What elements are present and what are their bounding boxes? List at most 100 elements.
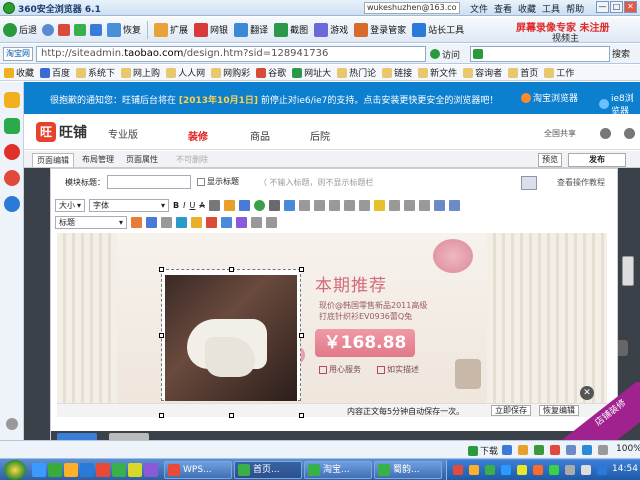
- bold-icon[interactable]: B: [173, 201, 179, 210]
- weibo-icon[interactable]: [4, 144, 20, 160]
- ie8-browser-link[interactable]: ie8浏览器: [599, 91, 640, 117]
- menu-favorites[interactable]: 收藏: [518, 2, 536, 15]
- unlink-icon[interactable]: [268, 199, 280, 211]
- maximize-button[interactable]: □: [610, 1, 623, 13]
- insert-table-icon[interactable]: [176, 216, 187, 228]
- source-icon[interactable]: [266, 216, 277, 228]
- ie-mode-icon[interactable]: [582, 445, 592, 455]
- outdent-icon[interactable]: [343, 199, 355, 211]
- fav-item[interactable]: 容询者: [463, 66, 502, 79]
- user-icon[interactable]: [624, 128, 635, 139]
- tray-app-icon[interactable]: [597, 465, 607, 475]
- menu-tools[interactable]: 工具: [542, 2, 560, 15]
- tray-app-icon[interactable]: [469, 465, 479, 475]
- menu-help[interactable]: 帮助: [566, 2, 584, 15]
- image-icon[interactable]: [283, 199, 295, 211]
- tab-page-edit[interactable]: 页面编辑: [32, 153, 74, 167]
- ordered-list-icon[interactable]: [313, 199, 325, 211]
- align-right-icon[interactable]: [418, 199, 430, 211]
- publish-button[interactable]: 发布: [568, 153, 626, 167]
- folder-icon[interactable]: [191, 216, 202, 228]
- account-field[interactable]: wukeshuzhen@163.co: [364, 2, 460, 14]
- taobao-browser-link[interactable]: 淘宝浏览器: [521, 91, 578, 104]
- indent-icon[interactable]: [328, 199, 340, 211]
- video-icon[interactable]: [221, 216, 232, 228]
- start-button[interactable]: [4, 460, 26, 480]
- tab-page-props[interactable]: 页面属性: [122, 153, 162, 167]
- quicklaunch-app-icon[interactable]: [112, 463, 126, 477]
- fav-item[interactable]: 收藏: [4, 66, 34, 79]
- quote-icon[interactable]: [358, 199, 370, 211]
- fav-item[interactable]: 网上购: [121, 66, 160, 79]
- resize-handle[interactable]: [299, 333, 304, 338]
- font-select[interactable]: 字体 ▾: [89, 198, 169, 212]
- tray-app-icon[interactable]: [453, 465, 463, 475]
- chat-icon[interactable]: [4, 118, 20, 134]
- close-button[interactable]: ✕: [624, 1, 637, 13]
- quicklaunch-folder-icon[interactable]: [64, 463, 78, 477]
- fav-item[interactable]: 人人网: [166, 66, 205, 79]
- home-icon[interactable]: [90, 23, 103, 36]
- tray-app-icon[interactable]: [501, 465, 511, 475]
- align-center-icon[interactable]: [403, 199, 415, 211]
- forward-arrow-icon[interactable]: [42, 23, 55, 36]
- sound-icon[interactable]: [598, 445, 608, 455]
- settings-gear-icon[interactable]: [6, 418, 18, 430]
- tray-app-icon[interactable]: [485, 465, 495, 475]
- resize-handle[interactable]: [229, 267, 234, 272]
- fav-item[interactable]: 工作: [544, 66, 574, 79]
- translate-button[interactable]: 翻译: [231, 19, 271, 41]
- screenshot-button[interactable]: 截图: [271, 19, 311, 41]
- speed-icon[interactable]: [502, 445, 512, 455]
- fav-item[interactable]: 链接: [382, 66, 412, 79]
- flash-icon[interactable]: [206, 216, 217, 228]
- tray-shield-icon[interactable]: [549, 465, 559, 475]
- extend-button[interactable]: 扩展: [151, 19, 191, 41]
- favorite-star-icon[interactable]: [4, 92, 20, 108]
- fav-item[interactable]: 网址大: [292, 66, 331, 79]
- badge-close-icon[interactable]: ✕: [580, 386, 594, 400]
- quicklaunch-app-icon[interactable]: [80, 463, 94, 477]
- url-input[interactable]: http://siteadmin.taobao.com/design.htm?s…: [36, 46, 426, 62]
- fav-item[interactable]: 热门论: [337, 66, 376, 79]
- table-icon[interactable]: [208, 199, 220, 211]
- code-view-button[interactable]: [521, 176, 537, 190]
- save-now-button[interactable]: 立即保存: [491, 405, 531, 416]
- tray-app-icon[interactable]: [517, 465, 527, 475]
- resize-handle[interactable]: [159, 333, 164, 338]
- list-icon[interactable]: [298, 199, 310, 211]
- menu-file[interactable]: 文件: [470, 2, 488, 15]
- resize-handle[interactable]: [299, 413, 304, 418]
- refresh-icon[interactable]: [74, 23, 87, 36]
- user-icon[interactable]: [4, 196, 20, 212]
- cloud-icon[interactable]: [566, 445, 576, 455]
- task-homepage[interactable]: 首页...: [234, 461, 302, 479]
- search-input[interactable]: [470, 46, 610, 62]
- nav-goods[interactable]: 商品: [250, 128, 270, 143]
- minimize-button[interactable]: —: [596, 1, 609, 13]
- alert-icon[interactable]: [550, 445, 560, 455]
- fav-item[interactable]: 谷歌: [256, 66, 286, 79]
- menu-view[interactable]: 查看: [494, 2, 512, 15]
- quicklaunch-ie-icon[interactable]: [32, 463, 46, 477]
- fav-item[interactable]: 百度: [40, 66, 70, 79]
- clear-format-icon[interactable]: [251, 216, 262, 228]
- preview-button[interactable]: 预览: [538, 153, 562, 167]
- product-image[interactable]: [165, 275, 297, 401]
- tray-app-icon[interactable]: [533, 465, 543, 475]
- wallet-icon[interactable]: [518, 445, 528, 455]
- html-icon[interactable]: [146, 216, 157, 228]
- search-button[interactable]: 搜索: [612, 47, 630, 60]
- module-title-input[interactable]: [107, 175, 191, 189]
- app-icon[interactable]: [4, 170, 20, 186]
- editor-content-area[interactable]: 本期推荐 现价@韩国零售新品2011高级 打底针织衫EV0936蕾Q兔 ￥168…: [57, 233, 607, 403]
- color-icon[interactable]: [223, 199, 235, 211]
- stop-icon[interactable]: [58, 23, 71, 36]
- redo-icon[interactable]: [448, 199, 460, 211]
- nav-backyard[interactable]: 后院: [310, 128, 330, 143]
- back-button[interactable]: 后退: [0, 19, 40, 41]
- download-button[interactable]: 下载: [468, 444, 498, 457]
- tray-volume-icon[interactable]: [581, 465, 591, 475]
- fav-item[interactable]: 新文件: [418, 66, 457, 79]
- quicklaunch-app-icon[interactable]: [96, 463, 110, 477]
